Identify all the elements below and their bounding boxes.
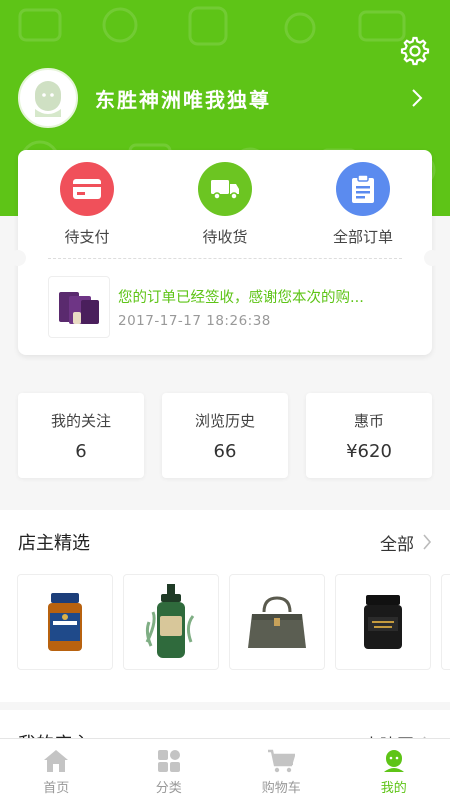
featured-header: 店主精选 全部 [0, 510, 450, 574]
chevron-right-icon[interactable] [410, 88, 424, 108]
stat-coins[interactable]: 惠币 ¥620 [306, 393, 432, 478]
truck-icon [211, 180, 239, 200]
chevron-right-icon [423, 534, 432, 550]
pay-circle [60, 162, 114, 216]
divider [48, 258, 402, 259]
bottle-image [145, 584, 195, 658]
pending-payment-button[interactable]: 待支付 [32, 162, 142, 260]
pending-receipt-label: 待收货 [202, 228, 248, 246]
tab-label: 我的 [380, 781, 407, 796]
bottom-tab-bar: 首页 分类 购物车 我的 [0, 738, 450, 800]
stat-title: 我的关注 [50, 411, 111, 430]
stat-value: ¥620 [346, 440, 392, 462]
all-orders-button[interactable]: 全部订单 [308, 162, 418, 260]
featured-title: 店主精选 [18, 533, 90, 554]
product-card-shampoo[interactable] [123, 574, 219, 670]
latest-order[interactable]: 您的订单已经签收，感谢您本次的购... 2017-17-17 18:26:38 [48, 276, 414, 338]
user-avatar-icon [35, 81, 61, 117]
order-actions: 待支付 待收货 全部订单 [18, 150, 432, 260]
card-icon [73, 179, 101, 199]
featured-all-link[interactable]: 全部 [380, 530, 432, 555]
product-card-partial[interactable] [441, 574, 450, 670]
stats-row: 我的关注 6 浏览历史 66 惠币 ¥620 [18, 393, 432, 478]
user-icon [383, 750, 404, 772]
stat-history[interactable]: 浏览历史 66 [162, 393, 288, 478]
all-orders-label: 全部订单 [332, 228, 393, 246]
stat-value: 66 [213, 440, 237, 462]
tab-mine[interactable]: 我的 [338, 739, 450, 800]
category-icon [157, 750, 180, 772]
tab-label: 分类 [155, 781, 182, 796]
tab-label: 购物车 [261, 781, 301, 796]
honey-jar-image [48, 593, 82, 651]
gift-box-image [59, 292, 99, 324]
product-card-jar[interactable] [335, 574, 431, 670]
product-card-honey[interactable] [17, 574, 113, 670]
dark-jar-image [364, 595, 402, 649]
order-product-thumbnail [48, 276, 110, 338]
tab-cart[interactable]: 购物车 [225, 739, 338, 800]
product-card-handbag[interactable] [229, 574, 325, 670]
pending-receipt-button[interactable]: 待收货 [170, 162, 280, 260]
order-card: 待支付 待收货 全部订单 您的订单已经签收，感谢您本次的购... 2017-17… [10, 150, 440, 355]
tab-label: 首页 [43, 781, 70, 796]
featured-all-label: 全部 [380, 534, 414, 555]
order-message: 您的订单已经签收，感谢您本次的购... [118, 290, 364, 306]
product-list [0, 574, 450, 670]
card-notch-right [424, 250, 440, 266]
card-notch-left [10, 250, 26, 266]
gear-icon[interactable] [400, 36, 430, 66]
stat-value: 6 [75, 440, 87, 462]
orders-circle [336, 162, 390, 216]
clipboard-icon [352, 174, 374, 203]
featured-section: 店主精选 全部 [0, 510, 450, 702]
tab-category[interactable]: 分类 [113, 739, 226, 800]
cart-icon [268, 749, 296, 773]
order-time: 2017-17-17 18:26:38 [118, 313, 271, 329]
pending-payment-label: 待支付 [64, 228, 110, 246]
handbag-image [248, 596, 306, 648]
stat-title: 浏览历史 [194, 411, 255, 430]
stat-following[interactable]: 我的关注 6 [18, 393, 144, 478]
home-icon [44, 750, 69, 772]
order-info: 您的订单已经签收，感谢您本次的购... 2017-17-17 18:26:38 [118, 276, 408, 338]
tab-home[interactable]: 首页 [0, 739, 113, 800]
username[interactable]: 东胜神洲唯我独尊 [95, 84, 271, 113]
stat-title: 惠币 [353, 411, 384, 430]
ship-circle [198, 162, 252, 216]
avatar[interactable] [18, 68, 78, 128]
